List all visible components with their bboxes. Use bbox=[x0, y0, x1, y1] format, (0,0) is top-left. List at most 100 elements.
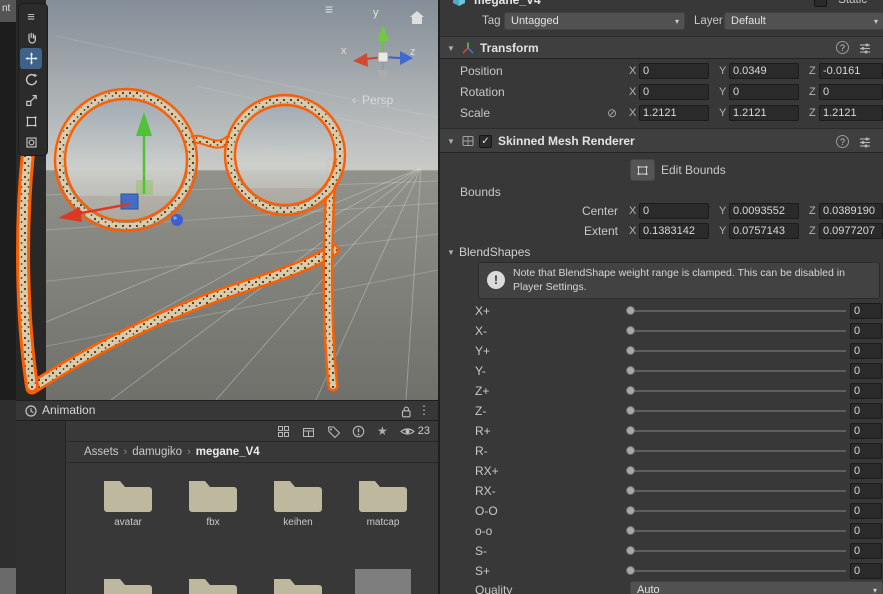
object-name[interactable]: megane_V4 bbox=[474, 0, 541, 10]
static-caret-icon[interactable]: ▾ bbox=[875, 0, 879, 1]
gizmo-x-label[interactable]: x bbox=[341, 45, 347, 57]
breadcrumb-assets[interactable]: Assets bbox=[84, 446, 119, 458]
label-icon[interactable] bbox=[327, 425, 340, 438]
blendshape-slider[interactable] bbox=[630, 390, 846, 392]
breadcrumb-megane-v4[interactable]: megane_V4 bbox=[196, 446, 260, 458]
blendshape-value[interactable]: 0 bbox=[850, 503, 882, 519]
grid-icon[interactable] bbox=[277, 425, 290, 438]
folder-item-fbx[interactable]: fbx bbox=[179, 471, 247, 528]
slider-handle[interactable] bbox=[626, 526, 635, 535]
panel-menu-icon[interactable]: ⋮ bbox=[418, 401, 430, 420]
scale-y-field[interactable]: 1.2121 bbox=[729, 105, 799, 121]
extent-x-field[interactable]: 0.1383142 bbox=[639, 223, 709, 239]
slider-handle[interactable] bbox=[626, 386, 635, 395]
slider-handle[interactable] bbox=[626, 466, 635, 475]
blendshape-slider[interactable] bbox=[630, 470, 846, 472]
component-enabled-checkbox[interactable]: ✓ bbox=[479, 135, 492, 148]
blendshape-value[interactable]: 0 bbox=[850, 363, 882, 379]
center-z-field[interactable]: 0.0389190 bbox=[819, 203, 883, 219]
layer-dropdown[interactable]: Default ▾ bbox=[724, 12, 883, 30]
texture-thumbnail[interactable] bbox=[355, 569, 411, 594]
folder-item-matcap[interactable]: matcap bbox=[349, 471, 417, 528]
blendshape-slider[interactable] bbox=[630, 330, 846, 332]
quality-dropdown[interactable]: Auto ▾ bbox=[630, 581, 883, 594]
scale-tool-icon[interactable] bbox=[20, 90, 42, 111]
preset-menu-icon[interactable] bbox=[859, 136, 871, 149]
blendshape-value[interactable]: 0 bbox=[850, 403, 882, 419]
blendshape-value[interactable]: 0 bbox=[850, 543, 882, 559]
position-x-field[interactable]: 0 bbox=[639, 63, 709, 79]
static-checkbox[interactable] bbox=[814, 0, 827, 7]
scene-canvas[interactable] bbox=[16, 0, 438, 400]
center-y-field[interactable]: 0.0093552 bbox=[729, 203, 799, 219]
move-tool-icon[interactable] bbox=[20, 48, 42, 69]
overlay-menu-icon[interactable]: ≡ bbox=[20, 6, 42, 27]
folder-item[interactable] bbox=[94, 569, 162, 594]
alert-icon[interactable] bbox=[352, 425, 365, 438]
folder-item[interactable] bbox=[264, 569, 332, 594]
slider-handle[interactable] bbox=[626, 486, 635, 495]
blendshape-slider[interactable] bbox=[630, 550, 846, 552]
rotation-y-field[interactable]: 0 bbox=[729, 84, 799, 100]
blendshape-value[interactable]: 0 bbox=[850, 423, 882, 439]
favorite-star-icon[interactable]: ★ bbox=[377, 424, 388, 438]
blendshape-slider[interactable] bbox=[630, 370, 846, 372]
blendshape-value[interactable]: 0 bbox=[850, 323, 882, 339]
blendshape-slider[interactable] bbox=[630, 310, 846, 312]
slider-handle[interactable] bbox=[626, 366, 635, 375]
position-z-field[interactable]: -0.0161 bbox=[819, 63, 883, 79]
scene-view[interactable]: y x z ‹ Persp ≡ ≡ bbox=[16, 0, 438, 400]
blendshape-value[interactable]: 0 bbox=[850, 563, 882, 579]
blendshape-slider[interactable] bbox=[630, 350, 846, 352]
blendshape-slider[interactable] bbox=[630, 570, 846, 572]
extent-y-field[interactable]: 0.0757143 bbox=[729, 223, 799, 239]
blendshape-value[interactable]: 0 bbox=[850, 443, 882, 459]
folder-item-keihen[interactable]: keihen bbox=[264, 471, 332, 528]
scale-x-field[interactable]: 1.2121 bbox=[639, 105, 709, 121]
blendshape-value[interactable]: 0 bbox=[850, 523, 882, 539]
blendshape-value[interactable]: 0 bbox=[850, 463, 882, 479]
position-y-field[interactable]: 0.0349 bbox=[729, 63, 799, 79]
persp-label[interactable]: Persp bbox=[362, 93, 393, 107]
blendshape-slider[interactable] bbox=[630, 490, 846, 492]
center-x-field[interactable]: 0 bbox=[639, 203, 709, 219]
extent-z-field[interactable]: 0.0977207 bbox=[819, 223, 883, 239]
visibility-toggle[interactable]: 23 bbox=[399, 425, 430, 437]
slider-handle[interactable] bbox=[626, 346, 635, 355]
hand-tool-icon[interactable] bbox=[20, 27, 42, 48]
transform-tool-icon[interactable] bbox=[20, 132, 42, 153]
blendshape-slider[interactable] bbox=[630, 530, 846, 532]
slider-handle[interactable] bbox=[626, 426, 635, 435]
package-icon[interactable] bbox=[302, 425, 315, 438]
blendshape-value[interactable]: 0 bbox=[850, 383, 882, 399]
scene-menu-icon[interactable]: ≡ bbox=[325, 1, 333, 17]
rotation-x-field[interactable]: 0 bbox=[639, 84, 709, 100]
slider-handle[interactable] bbox=[626, 326, 635, 335]
foldout-icon[interactable]: ▼ bbox=[447, 44, 455, 53]
folder-item-avatar[interactable]: avatar bbox=[94, 471, 162, 528]
preset-menu-icon[interactable] bbox=[859, 42, 871, 55]
blendshape-slider[interactable] bbox=[630, 410, 846, 412]
tab-animation[interactable]: Animation bbox=[42, 401, 95, 420]
blendshape-slider[interactable] bbox=[630, 510, 846, 512]
slider-handle[interactable] bbox=[626, 446, 635, 455]
gizmo-z-label[interactable]: z bbox=[410, 46, 416, 58]
slider-handle[interactable] bbox=[626, 506, 635, 515]
blendshape-slider[interactable] bbox=[630, 450, 846, 452]
foldout-icon[interactable]: ▼ bbox=[447, 137, 455, 146]
rotation-z-field[interactable]: 0 bbox=[819, 84, 883, 100]
slider-handle[interactable] bbox=[626, 406, 635, 415]
lock-icon[interactable] bbox=[400, 405, 412, 418]
blendshape-value[interactable]: 0 bbox=[850, 343, 882, 359]
slider-handle[interactable] bbox=[626, 306, 635, 315]
gizmo-y-label[interactable]: y bbox=[373, 7, 379, 19]
scale-z-field[interactable]: 1.2121 bbox=[819, 105, 883, 121]
link-constraint-icon[interactable]: ⊘ bbox=[607, 103, 617, 124]
slider-handle[interactable] bbox=[626, 546, 635, 555]
blendshape-value[interactable]: 0 bbox=[850, 483, 882, 499]
rotate-tool-icon[interactable] bbox=[20, 69, 42, 90]
persp-chevron-icon[interactable]: ‹ bbox=[352, 93, 356, 107]
edit-bounds-button[interactable] bbox=[630, 159, 655, 181]
help-icon[interactable]: ? bbox=[836, 135, 849, 148]
rect-tool-icon[interactable] bbox=[20, 111, 42, 132]
